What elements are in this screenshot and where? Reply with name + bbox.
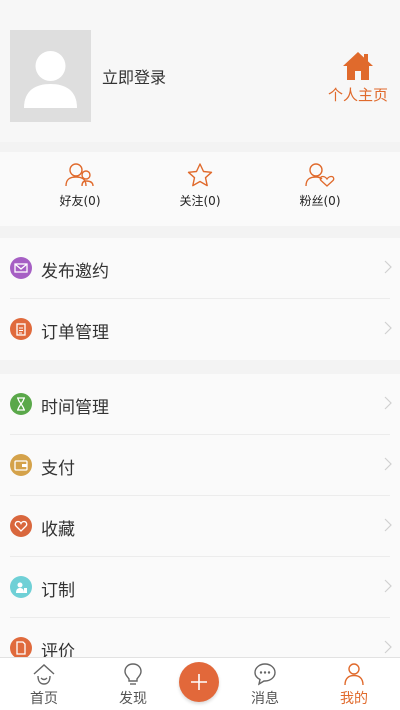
chevron-right-icon — [384, 640, 392, 654]
friends-count: 好友(0) — [59, 194, 101, 208]
house-icon — [343, 52, 373, 80]
chevron-right-icon — [384, 457, 392, 471]
tab-discover[interactable]: 发现 — [103, 662, 163, 708]
review-icon — [10, 637, 32, 657]
menu-item-label: 时间管理 — [41, 398, 109, 418]
tab-home[interactable]: 首页 — [14, 662, 74, 708]
user-placeholder-icon — [24, 51, 77, 108]
menu-item-payment[interactable]: 支付 — [0, 435, 400, 496]
menu-item-label: 订单管理 — [41, 323, 109, 343]
star-icon — [187, 163, 213, 187]
menu-item-review[interactable]: 评价 — [0, 618, 400, 657]
menu-item-label: 收藏 — [41, 520, 75, 540]
fans-button[interactable]: 粉丝(0) — [280, 162, 360, 209]
menu-item-order-management[interactable]: 订单管理 — [0, 299, 400, 360]
following-count: 关注(0) — [179, 194, 221, 208]
chevron-right-icon — [384, 579, 392, 593]
person-icon — [344, 663, 364, 686]
tab-messages-label: 消息 — [251, 691, 279, 707]
envelope-icon — [10, 257, 32, 279]
clipboard-icon — [10, 318, 32, 340]
home-icon — [33, 664, 55, 685]
menu-item-label: 评价 — [41, 642, 75, 657]
hourglass-icon — [10, 393, 32, 415]
fans-count: 粉丝(0) — [299, 194, 341, 208]
avatar[interactable] — [10, 30, 91, 122]
menu-item-favorites[interactable]: 收藏 — [0, 496, 400, 557]
tab-mine-label: 我的 — [340, 691, 368, 707]
following-button[interactable]: 关注(0) — [160, 162, 240, 209]
tab-mine[interactable]: 我的 — [324, 662, 384, 708]
tab-discover-label: 发现 — [119, 691, 147, 707]
menu-item-label: 订制 — [41, 581, 75, 601]
chevron-right-icon — [384, 518, 392, 532]
lightbulb-icon — [124, 663, 142, 685]
menu-item-label: 发布邀约 — [41, 262, 109, 282]
add-button[interactable] — [179, 662, 219, 702]
personal-homepage-button[interactable]: 个人主页 — [324, 50, 392, 112]
custom-icon — [10, 576, 32, 598]
login-link[interactable]: 立即登录 — [102, 64, 166, 88]
heart-icon — [10, 515, 32, 537]
tab-home-label: 首页 — [30, 691, 58, 707]
menu-item-label: 支付 — [41, 459, 75, 479]
friends-icon — [65, 163, 94, 187]
chat-bubble-icon — [254, 663, 276, 686]
menu-item-customize[interactable]: 订制 — [0, 557, 400, 618]
menu-item-time-management[interactable]: 时间管理 — [0, 374, 400, 435]
chevron-right-icon — [384, 321, 392, 335]
menu-item-publish-invitation[interactable]: 发布邀约 — [0, 238, 400, 299]
menu-group-1: 发布邀约 订单管理 — [0, 238, 400, 360]
chevron-right-icon — [384, 260, 392, 274]
fans-icon — [305, 163, 335, 187]
menu-group-2: 时间管理 支付 收藏 订制 评价 — [0, 374, 400, 657]
tab-messages[interactable]: 消息 — [235, 662, 295, 708]
chevron-right-icon — [384, 396, 392, 410]
friends-button[interactable]: 好友(0) — [40, 162, 120, 209]
social-stats-bar: 好友(0) 关注(0) 粉丝(0) — [0, 152, 400, 226]
wallet-icon — [10, 454, 32, 476]
personal-homepage-label: 个人主页 — [327, 86, 388, 104]
profile-header: 立即登录 个人主页 — [0, 0, 400, 142]
plus-icon — [191, 674, 207, 690]
